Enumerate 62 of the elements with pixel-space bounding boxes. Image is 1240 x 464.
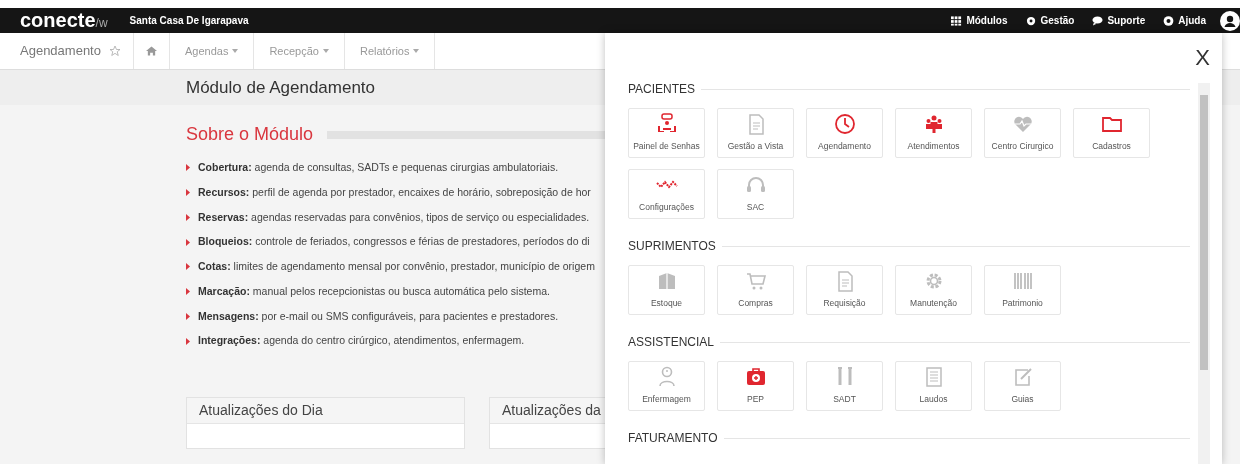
logo-suffix: /w	[95, 15, 108, 32]
feature-text: Recursos: perfil de agenda por prestador, encaixes de horário, sobreposição de hor	[198, 184, 591, 200]
module-tile[interactable]: Cadastros	[1073, 108, 1150, 158]
bullet-icon	[186, 288, 190, 296]
feature-text: Marcação: manual pelos recepcionistas ou busca automática pelo sistema.	[198, 283, 550, 299]
bullet-icon	[186, 164, 190, 172]
feature-text: Bloqueios: controle de feriados, congressos e férias de prestadores, períodos do di	[198, 234, 590, 250]
topbar-menu-link[interactable]: Suporte	[1092, 13, 1146, 28]
bullet-icon	[186, 213, 190, 221]
topbar-menu-link[interactable]: Ajuda	[1163, 13, 1206, 28]
settings-icon	[1025, 14, 1037, 27]
section-heading: ASSISTENCIAL	[628, 334, 715, 351]
organization-name: Santa Casa De Igarapava	[129, 14, 249, 28]
feature-text: Cobertura: agenda de consultas, SADTs e pequenas cirurgias ambulatoriais.	[198, 160, 559, 175]
caret-icon	[413, 49, 420, 53]
logo: conecte	[20, 9, 96, 30]
topbar-menu-link[interactable]: Gestão	[1025, 13, 1075, 28]
section-heading: FATURAMENTO	[628, 430, 718, 447]
bullet-icon	[186, 263, 190, 271]
feature-text: Cotas: limites de agendamento mensal por convênio, prestador, município de origem	[198, 259, 595, 274]
page-title: Módulo de Agendamento	[186, 76, 376, 99]
section-heading: PACIENTES	[628, 81, 696, 98]
module-tile[interactable]: Centro Cirurgico	[984, 108, 1061, 158]
caret-icon	[232, 49, 239, 53]
module-tile[interactable]: Enfermagem	[628, 361, 705, 411]
bullet-icon	[186, 337, 190, 345]
card-title: Atualizações da	[502, 401, 601, 420]
module-tile[interactable]: Configurações	[628, 169, 705, 219]
chat-bubble-icon	[1092, 14, 1104, 27]
feature-text: Mensagens: por e-mail ou SMS configuráveis, para pacientes e prestadores.	[198, 308, 559, 324]
close-button[interactable]: X	[1195, 47, 1210, 69]
bullet-icon	[186, 189, 190, 197]
module-tile[interactable]: Atendimentos	[895, 108, 972, 158]
lifebuoy-icon	[1163, 14, 1175, 27]
module-tile[interactable]: Estoque	[628, 265, 705, 315]
feature-text: Integrações: agenda do centro cirúrgico, atendimentos, enfermagem.	[198, 333, 525, 349]
module-name: Agendamento	[20, 42, 101, 61]
module-tile[interactable]: PEP	[717, 361, 794, 411]
module-tile[interactable]: Requisição	[806, 265, 883, 315]
home-icon[interactable]	[145, 46, 157, 56]
card-title: Atualizações do Dia	[199, 401, 323, 420]
module-tile[interactable]: Patrimonio	[984, 265, 1061, 315]
module-tile[interactable]: Agendamento	[806, 108, 883, 158]
section-heading: SUPRIMENTOS	[628, 238, 716, 255]
module-tile[interactable]: SADT	[806, 361, 883, 411]
scrollbar-thumb[interactable]	[1200, 95, 1208, 370]
module-tile[interactable]: Compras	[717, 265, 794, 315]
star-icon[interactable]	[108, 45, 121, 57]
user-avatar-icon[interactable]	[1220, 10, 1240, 31]
module-tile[interactable]: Manutenção	[895, 265, 972, 315]
feature-text: Reservas: agendas reservadas para convênios, tipos de serviço ou especialidades.	[198, 209, 590, 225]
module-tile[interactable]: Guias	[984, 361, 1061, 411]
bullet-icon	[186, 312, 190, 320]
bullet-icon	[186, 238, 190, 246]
topbar-menu-link[interactable]: Módulos	[951, 13, 1008, 28]
grid-icon	[951, 14, 963, 27]
module-tile[interactable]: Laudos	[895, 361, 972, 411]
module-tile[interactable]: SAC	[717, 169, 794, 219]
module-tile[interactable]: Painel de Senhas	[628, 108, 705, 158]
section-title: Sobre o Módulo	[186, 123, 314, 146]
module-tile[interactable]: Gestão a Vista	[717, 108, 794, 158]
caret-icon	[322, 49, 329, 53]
